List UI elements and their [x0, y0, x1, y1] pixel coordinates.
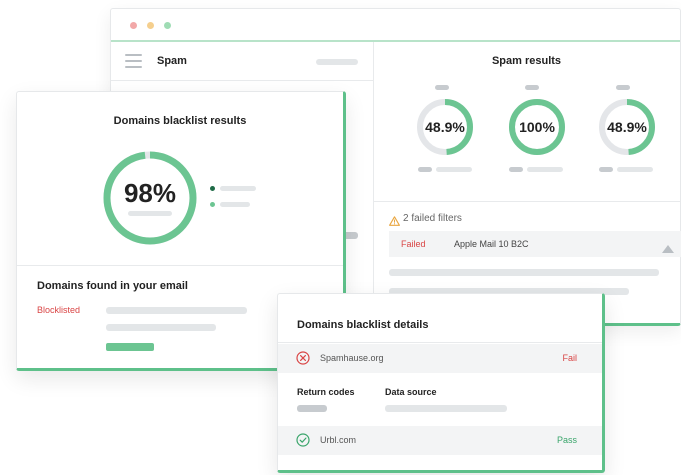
placeholder-bar	[525, 85, 539, 90]
spam-gauge: 48.9%	[415, 97, 475, 157]
blocklisted-status: Blocklisted	[37, 305, 81, 315]
sidebar-title: Spam	[157, 55, 187, 67]
blacklist-row[interactable]: Spamhause.org Fail	[278, 344, 602, 373]
window-dot-maximize[interactable]	[164, 22, 171, 29]
placeholder-bar	[617, 167, 653, 172]
placeholder-bar	[418, 167, 432, 172]
window-dot-minimize[interactable]	[147, 22, 154, 29]
failed-filters-count: 2 failed filters	[403, 213, 462, 224]
placeholder-bar	[599, 167, 613, 172]
row-status-fail: Fail	[562, 353, 577, 363]
legend-dot-light	[210, 202, 215, 207]
caret-up-icon[interactable]	[662, 240, 674, 258]
placeholder-bar	[106, 324, 216, 331]
placeholder-bar	[106, 307, 247, 314]
warning-icon	[389, 213, 400, 231]
section-divider	[374, 201, 680, 202]
sidebar-divider	[111, 80, 373, 81]
blacklist-score-value: 98%	[123, 178, 177, 208]
blacklist-results-title: Domains blacklist results	[113, 115, 247, 127]
spam-gauge: 100%	[507, 97, 567, 157]
placeholder-bar	[509, 167, 523, 172]
return-codes-label: Return codes	[297, 387, 355, 397]
row-domain: Urbl.com	[320, 435, 357, 445]
spam-results-title: Spam results	[491, 55, 562, 67]
placeholder-bar	[436, 167, 472, 172]
failed-client-name: Apple Mail 10 B2C	[454, 239, 529, 249]
placeholder-bar	[297, 405, 327, 412]
placeholder-bar	[616, 85, 630, 90]
row-domain: Spamhause.org	[320, 353, 384, 363]
placeholder-bar	[527, 167, 563, 172]
placeholder-bar	[220, 186, 256, 191]
window-titlebar	[111, 9, 680, 42]
row-status-pass: Pass	[556, 435, 577, 445]
blacklist-row[interactable]: Urbl.com Pass	[278, 426, 602, 455]
gauge-value: 48.9%	[607, 119, 647, 135]
blacklist-details-title: Domains blacklist details	[297, 319, 429, 331]
placeholder-bar	[128, 211, 172, 216]
placeholder-bar	[316, 59, 358, 65]
hamburger-menu-icon[interactable]	[125, 54, 142, 72]
spam-gauge: 48.9%	[597, 97, 657, 157]
domains-found-title: Domains found in your email	[37, 280, 188, 292]
blacklist-score-gauge: 98%	[101, 149, 199, 247]
x-circle-icon	[296, 351, 310, 370]
card-divider	[278, 342, 602, 343]
panel-divider	[373, 42, 374, 323]
failed-status: Failed	[401, 239, 426, 249]
placeholder-bar	[389, 269, 659, 276]
legend-dot-dark	[210, 186, 215, 191]
gauge-value: 100%	[519, 119, 555, 135]
data-source-label: Data source	[385, 387, 437, 397]
placeholder-bar	[435, 85, 449, 90]
gauge-value: 48.9%	[425, 119, 465, 135]
card-divider	[17, 265, 343, 266]
blacklist-details-card: Domains blacklist details Spamhause.org …	[277, 293, 605, 473]
view-button[interactable]	[106, 343, 154, 351]
window-dot-close[interactable]	[130, 22, 137, 29]
failed-filter-row[interactable]: Failed Apple Mail 10 B2C	[389, 231, 681, 257]
placeholder-bar	[385, 405, 507, 412]
placeholder-bar	[220, 202, 250, 207]
check-circle-icon	[296, 433, 310, 452]
